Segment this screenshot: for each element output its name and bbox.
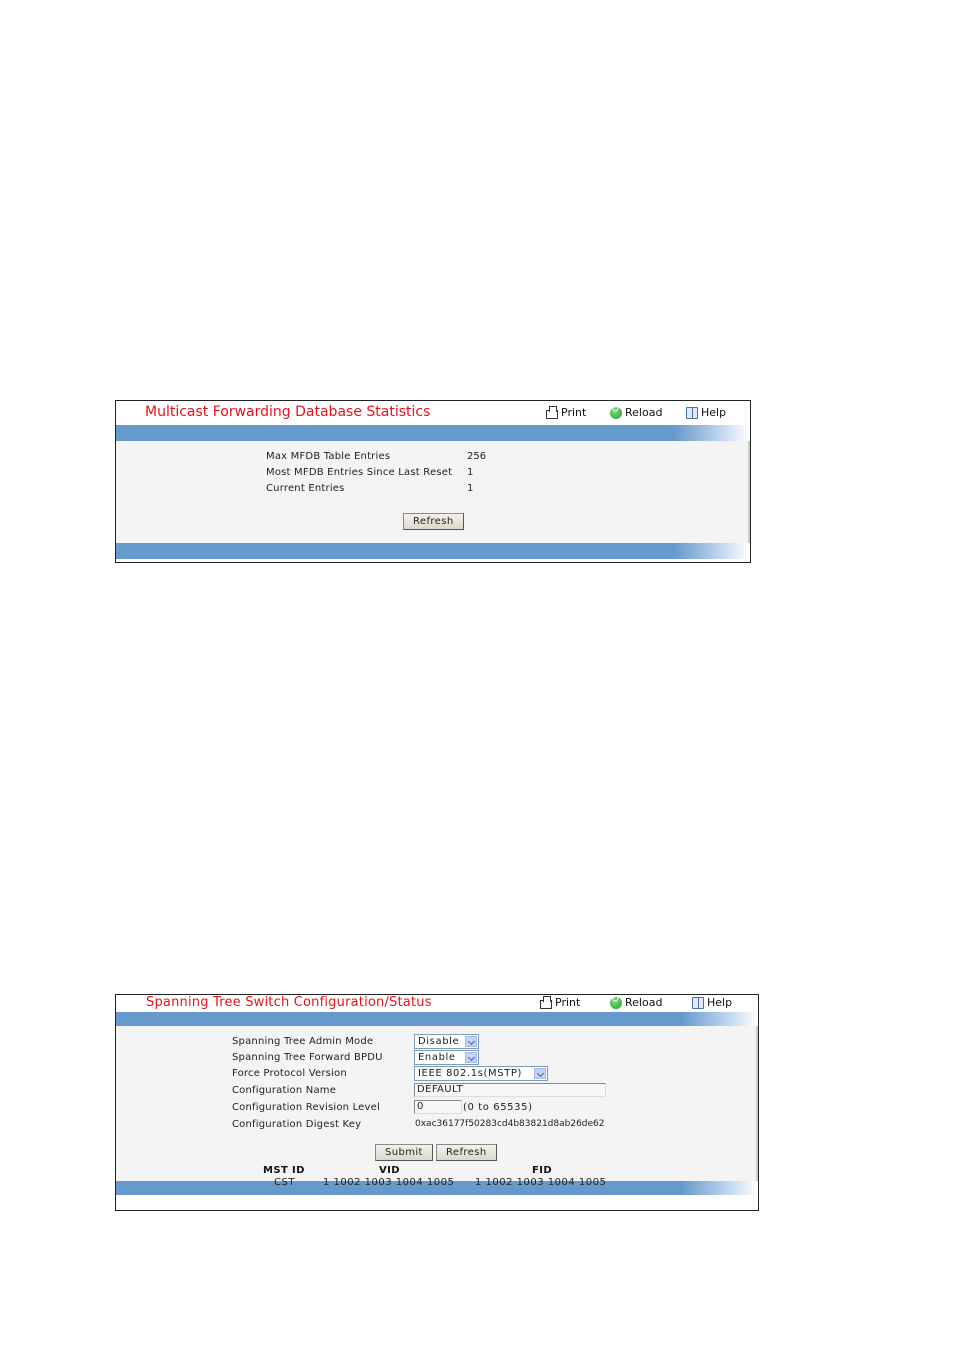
toolbar: Print Reload Help: [546, 404, 726, 419]
chevron-down-icon: [465, 1052, 477, 1063]
book-icon: [692, 996, 704, 1009]
printer-icon: [540, 995, 552, 1009]
panel-body: Max MFDB Table Entries 256 Most MFDB Ent…: [116, 441, 750, 543]
reload-button[interactable]: Reload: [610, 994, 692, 1009]
panel-body: Spanning Tree Admin Mode Disable Spannin…: [116, 1026, 758, 1188]
revision-level-input[interactable]: 0: [414, 1100, 462, 1114]
revision-range-hint: (0 to 65535): [463, 1102, 533, 1113]
table-cell-mst-id: CST: [274, 1177, 295, 1188]
protocol-version-select[interactable]: IEEE 802.1s(MSTP): [414, 1066, 548, 1081]
spanning-tree-panel: Spanning Tree Switch Configuration/Statu…: [115, 994, 759, 1211]
field-label: Spanning Tree Forward BPDU: [232, 1052, 383, 1063]
chevron-down-icon: [465, 1036, 477, 1047]
page-title: Spanning Tree Switch Configuration/Statu…: [146, 995, 432, 1010]
digest-key-value: 0xac36177f50283cd4b83821d8ab26de62: [415, 1119, 605, 1129]
stat-value: 1: [467, 467, 474, 478]
help-button[interactable]: Help: [686, 406, 726, 419]
stat-label: Max MFDB Table Entries: [266, 451, 391, 462]
reload-button[interactable]: Reload: [610, 404, 686, 419]
column-header-mst-id: MST ID: [263, 1165, 305, 1176]
stat-label: Most MFDB Entries Since Last Reset: [266, 467, 453, 478]
admin-mode-select[interactable]: Disable: [414, 1034, 479, 1049]
header-bar: [116, 1012, 758, 1026]
toolbar: Print Reload Help: [540, 994, 732, 1009]
field-label: Configuration Revision Level: [232, 1102, 380, 1113]
stat-value: 1: [467, 483, 474, 494]
config-name-input[interactable]: DEFAULT: [414, 1083, 606, 1097]
table-cell-fid: 1 1002 1003 1004 1005: [475, 1177, 607, 1188]
reload-icon: [610, 994, 622, 1009]
refresh-button[interactable]: Refresh: [436, 1144, 497, 1161]
field-label: Force Protocol Version: [232, 1068, 347, 1079]
field-label: Configuration Name: [232, 1085, 337, 1096]
refresh-button[interactable]: Refresh: [403, 513, 464, 530]
reload-icon: [610, 404, 622, 419]
table-cell-vid: 1 1002 1003 1004 1005: [323, 1177, 455, 1188]
print-button[interactable]: Print: [546, 405, 610, 419]
book-icon: [686, 406, 698, 419]
panel-header: Multicast Forwarding Database Statistics…: [116, 401, 750, 425]
printer-icon: [546, 405, 558, 419]
help-button[interactable]: Help: [692, 996, 732, 1009]
field-label: Configuration Digest Key: [232, 1119, 362, 1130]
header-bar: [116, 425, 750, 441]
panel-header: Spanning Tree Switch Configuration/Statu…: [116, 994, 758, 1012]
mfdb-statistics-panel: Multicast Forwarding Database Statistics…: [115, 400, 751, 563]
field-label: Spanning Tree Admin Mode: [232, 1036, 374, 1047]
stat-label: Current Entries: [266, 483, 345, 494]
stat-value: 256: [467, 451, 487, 462]
submit-button[interactable]: Submit: [375, 1144, 433, 1161]
column-header-fid: FID: [532, 1165, 553, 1176]
page-title: Multicast Forwarding Database Statistics: [145, 404, 431, 420]
print-button[interactable]: Print: [540, 995, 610, 1009]
forward-bpdu-select[interactable]: Enable: [414, 1050, 479, 1065]
footer-bar: [116, 543, 750, 559]
chevron-down-icon: [534, 1068, 546, 1079]
column-header-vid: VID: [379, 1165, 400, 1176]
